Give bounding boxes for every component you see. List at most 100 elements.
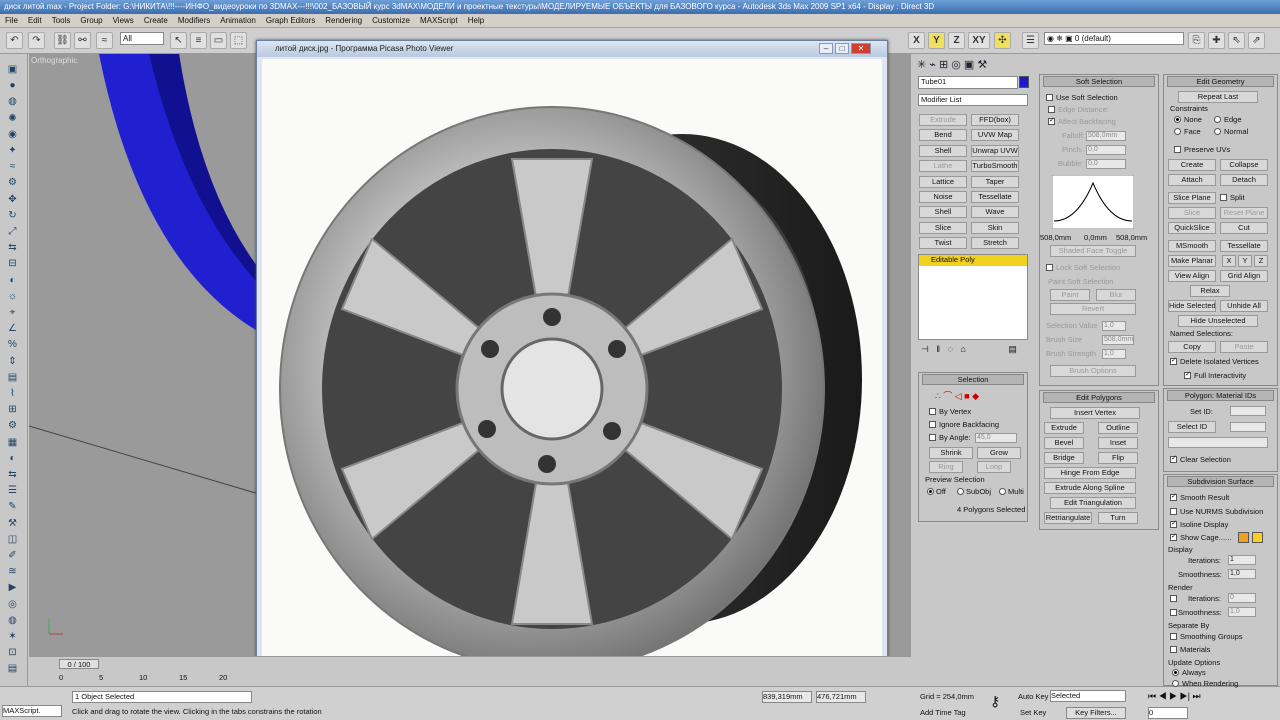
update-rendering-radio[interactable] xyxy=(1172,680,1179,687)
ring-button[interactable]: Ring xyxy=(929,461,963,473)
msmooth-button[interactable]: MSmooth xyxy=(1168,240,1216,252)
delete-isolated-checkbox[interactable] xyxy=(1170,356,1177,365)
menu-customize[interactable]: Customize xyxy=(367,14,415,28)
command-panel-tabs[interactable]: ✳ ⌁ ⊞ ◎ ▣ ⚒ xyxy=(917,58,1035,74)
modifier-button-stretch[interactable]: Stretch xyxy=(971,237,1019,250)
smooth-result-checkbox[interactable] xyxy=(1170,492,1177,501)
bind-space-warp-icon[interactable]: ≈ xyxy=(96,32,113,49)
modifier-button-ffd-box-[interactable]: FFD(box) xyxy=(971,114,1019,126)
menu-maxscript[interactable]: MAXScript xyxy=(415,14,463,28)
quad-icon[interactable]: ◫ xyxy=(4,532,21,548)
paint-icon[interactable]: ⚒ xyxy=(4,516,21,532)
paint-button[interactable]: Paint xyxy=(1050,289,1090,301)
spacewarp-icon[interactable]: ≈ xyxy=(4,159,21,175)
materials-checkbox[interactable] xyxy=(1170,646,1177,653)
set-key-button[interactable]: Set Key xyxy=(1020,708,1046,717)
extrude-along-spline-button[interactable]: Extrude Along Spline xyxy=(1044,482,1136,494)
modifier-button-noise[interactable]: Noise xyxy=(919,191,967,203)
constraint-normal-radio[interactable] xyxy=(1214,128,1221,135)
copy-button[interactable]: Copy xyxy=(1168,341,1216,353)
time-slider[interactable]: 0 / 100 0 5 10 15 20 xyxy=(29,656,911,686)
shaded-face-toggle-button[interactable]: Shaded Face Toggle xyxy=(1050,245,1136,257)
bubble-spinner[interactable]: 0,0 xyxy=(1086,159,1126,169)
modifier-button-unwrap-uvw[interactable]: Unwrap UVW xyxy=(971,144,1019,157)
update-always-radio[interactable] xyxy=(1172,669,1179,676)
select-id-button[interactable]: Select ID xyxy=(1168,421,1216,433)
set-id-spinner[interactable] xyxy=(1230,406,1266,416)
render-iterations-checkbox[interactable] xyxy=(1170,595,1177,602)
hide-unselected-button[interactable]: Hide Unselected xyxy=(1178,315,1258,327)
x-coordinate[interactable]: 839,319mm xyxy=(762,691,812,703)
axis-z-button[interactable]: Z xyxy=(948,32,965,49)
viewport-config-icon[interactable]: ⊡ xyxy=(4,645,21,661)
modifier-button-slice[interactable]: Slice xyxy=(919,221,967,234)
slice-button[interactable]: Slice xyxy=(1168,207,1216,219)
edit-geometry-header[interactable]: Edit Geometry xyxy=(1167,76,1274,87)
current-frame[interactable]: 0 xyxy=(1148,707,1188,719)
axis-xy-button[interactable]: XY xyxy=(968,32,990,49)
retriangulate-button[interactable]: Retriangulate xyxy=(1044,512,1092,524)
spinner-snap-icon[interactable]: ⇕ xyxy=(4,354,21,370)
constraint-face-radio[interactable] xyxy=(1174,128,1181,135)
edge-distance-checkbox[interactable] xyxy=(1048,106,1055,113)
object-name-field[interactable]: Tube01 xyxy=(918,76,1018,89)
attach-button[interactable]: Attach xyxy=(1168,174,1216,186)
layers-icon[interactable]: ☰ xyxy=(4,483,21,499)
reset-plane-button[interactable]: Reset Plane xyxy=(1220,207,1268,219)
soft-selection-header[interactable]: Soft Selection xyxy=(1043,76,1155,87)
maxscript-listener[interactable]: MAXScript. xyxy=(2,705,62,717)
brush-options-button[interactable]: Brush Options xyxy=(1050,365,1136,377)
paste-button[interactable]: Paste xyxy=(1220,341,1268,353)
falloff-spinner[interactable]: 508,0mm xyxy=(1086,131,1126,141)
axis-x-button[interactable]: X xyxy=(908,32,925,49)
flip-button[interactable]: Flip xyxy=(1098,452,1138,464)
menu-modifiers[interactable]: Modifiers xyxy=(173,14,215,28)
iterations-spinner[interactable]: 1 xyxy=(1228,555,1256,565)
render-frame-icon[interactable]: ▦ xyxy=(4,435,21,451)
set-current-layer-icon[interactable]: ⇗ xyxy=(1248,32,1265,49)
edit-polygons-header[interactable]: Edit Polygons xyxy=(1043,392,1155,403)
hinge-from-edge-button[interactable]: Hinge From Edge xyxy=(1044,467,1136,479)
render-last-icon[interactable]: ▶ xyxy=(4,580,21,596)
select-by-name-icon[interactable]: ≡ xyxy=(190,32,207,49)
modifier-button-tessellate[interactable]: Tessellate xyxy=(971,191,1019,203)
tessellate-button[interactable]: Tessellate xyxy=(1220,240,1268,252)
brush-size-spinner[interactable]: 508,0mm xyxy=(1102,335,1134,345)
object-color-swatch[interactable] xyxy=(1019,76,1029,88)
planarize-z-button[interactable]: Z xyxy=(1254,255,1268,267)
viewport-label[interactable]: Orthographic xyxy=(31,56,77,65)
picasa-window[interactable]: литой диск.jpg - Программа Picasa Photo … xyxy=(256,40,888,688)
quickslice-button[interactable]: QuickSlice xyxy=(1168,222,1216,234)
selection-filter-dropdown[interactable]: All xyxy=(120,32,164,45)
effects-icon[interactable]: ✶ xyxy=(4,629,21,645)
environment-icon[interactable]: ◍ xyxy=(4,613,21,629)
lock-soft-selection-checkbox[interactable] xyxy=(1046,264,1053,271)
unlink-icon[interactable]: ⚯ xyxy=(74,32,91,49)
modifier-button-twist[interactable]: Twist xyxy=(919,237,967,250)
mirror-icon[interactable]: ⇆ xyxy=(4,240,21,256)
manipulate-icon[interactable]: ✣ xyxy=(994,32,1011,49)
constraint-edge-radio[interactable] xyxy=(1214,116,1221,123)
light-icon[interactable]: ✺ xyxy=(4,111,21,127)
extrude-button[interactable]: Extrude xyxy=(1044,422,1084,434)
select-object-icon[interactable]: ↖ xyxy=(170,32,187,49)
sphere-icon[interactable]: ● xyxy=(4,78,21,94)
modifier-button-lattice[interactable]: Lattice xyxy=(919,175,967,188)
modifier-button-bend[interactable]: Bend xyxy=(919,129,967,142)
render-iterations-spinner[interactable]: 0 xyxy=(1228,593,1256,603)
box-icon[interactable]: ▣ xyxy=(4,62,21,78)
planarize-x-button[interactable]: X xyxy=(1222,255,1236,267)
material-icon[interactable]: ◐ xyxy=(4,273,21,289)
percent-snap-icon[interactable]: % xyxy=(4,337,21,353)
maximize-icon[interactable]: □ xyxy=(835,43,849,54)
ignore-backfacing-checkbox[interactable] xyxy=(929,421,936,428)
subobject-level-icons[interactable]: ∴ ⌒ ◁ ■ ◆ xyxy=(935,389,979,402)
named-selection-icon[interactable]: ▤ xyxy=(4,370,21,386)
modifier-button-shell[interactable]: Shell xyxy=(919,206,967,219)
modifier-list-dropdown[interactable]: Modifier List xyxy=(918,94,1028,106)
cut-button[interactable]: Cut xyxy=(1220,222,1268,234)
axis-y-button[interactable]: Y xyxy=(928,32,945,49)
stack-controls-icon[interactable]: ⊣ ‖ ◌ ⌂ ▤ xyxy=(921,344,1017,355)
grow-button[interactable]: Grow xyxy=(977,447,1021,459)
planarize-y-button[interactable]: Y xyxy=(1238,255,1252,267)
